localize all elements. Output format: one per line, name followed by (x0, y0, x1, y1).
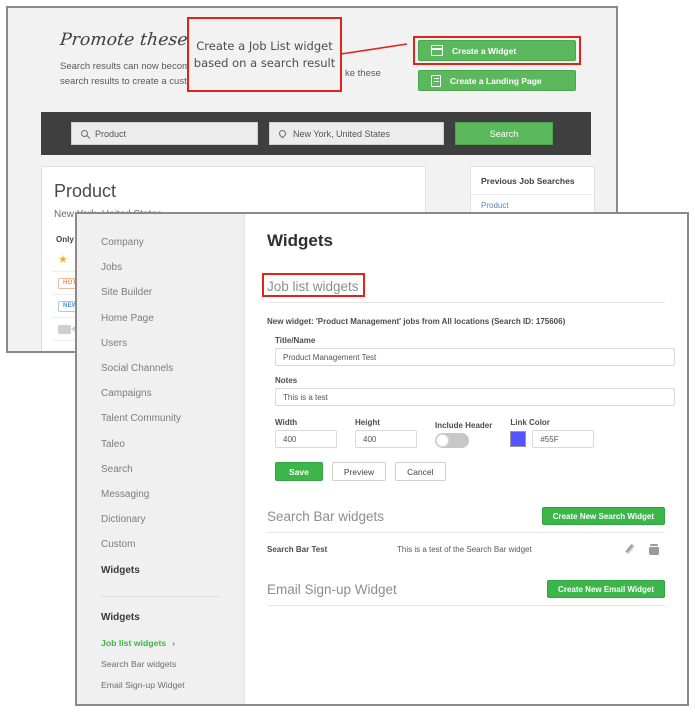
sidebar-item-taleo[interactable]: Taleo (77, 432, 244, 457)
email-signup-section-bar: Email Sign-up Widget Create New Email Wi… (267, 580, 665, 605)
promote-subtext-tail: ke these (345, 68, 381, 79)
keyword-value: Product (95, 128, 127, 139)
sidebar-item-messaging[interactable]: Messaging (77, 482, 244, 507)
admin-sidebar: Company Jobs Site Builder Home Page User… (77, 214, 245, 704)
job-list-section-heading: Job list widgets (267, 279, 359, 294)
title-name-input[interactable]: Product Management Test (275, 348, 675, 366)
sidebar-item-site-builder[interactable]: Site Builder (77, 280, 244, 305)
create-a-landing-page-label: Create a Landing Page (450, 75, 542, 86)
preview-button[interactable]: Preview (331, 462, 387, 481)
promote-subtext-line1: Search results can now become w (60, 61, 205, 72)
section-divider-3 (267, 605, 665, 606)
sidebar-item-dictionary[interactable]: Dictionary (77, 507, 244, 532)
include-header-toggle[interactable] (435, 433, 469, 448)
email-signup-section: Email Sign-up Widget Create New Email Wi… (267, 580, 665, 606)
widget-icon (431, 45, 443, 56)
title-name-label: Title/Name (275, 336, 316, 345)
admin-nav: Company Jobs Site Builder Home Page User… (77, 214, 244, 583)
table-row: Search Bar Test This is a test of the Se… (267, 533, 665, 566)
email-signup-section-heading: Email Sign-up Widget (267, 581, 397, 597)
create-new-search-widget-button[interactable]: Create New Search Widget (541, 507, 665, 525)
height-input[interactable]: 400 (355, 430, 417, 448)
screenshot-root: Promote these jobs! Search results can n… (0, 0, 695, 714)
search-widget-name: Search Bar Test (267, 545, 328, 554)
height-label: Height (355, 418, 380, 427)
sidebar-subitem-job-list-widgets[interactable]: Job list widgets › (77, 633, 244, 654)
form-button-row: Save Preview Cancel (275, 462, 665, 481)
job-list-section-header-wrap: Job list widgets (262, 273, 665, 303)
link-color-row: #55F (510, 430, 595, 448)
previous-search-title[interactable]: Product (471, 195, 594, 210)
document-icon (431, 74, 441, 87)
link-color-label: Link Color (510, 418, 550, 427)
search-widget-description: This is a test of the Search Bar widget (397, 545, 532, 554)
search-bar-section-bar: Search Bar widgets Create New Search Wid… (267, 507, 665, 532)
pencil-icon[interactable] (625, 544, 636, 555)
width-label: Width (275, 418, 298, 427)
width-group: Width 400 (275, 418, 337, 448)
promote-subtext-line2: search results to create a custom (60, 76, 200, 87)
link-color-input[interactable]: #55F (532, 430, 595, 448)
new-widget-description: New widget: 'Product Management' jobs fr… (267, 317, 566, 326)
link-color-group: Link Color #55F (510, 418, 595, 448)
sidebar-item-custom[interactable]: Custom (77, 532, 244, 557)
include-header-group: Include Header (435, 421, 492, 448)
location-search-input[interactable]: New York, United States (269, 122, 444, 145)
save-button[interactable]: Save (275, 462, 323, 481)
create-a-landing-page-button[interactable]: Create a Landing Page (418, 70, 576, 91)
map-pin-icon (277, 128, 288, 139)
chevron-right-icon: › (172, 638, 176, 649)
notes-label: Notes (275, 376, 298, 385)
results-title: Product (54, 181, 117, 201)
location-value: New York, United States (293, 128, 391, 139)
callout-leader-line (341, 43, 407, 55)
sidebar-item-jobs[interactable]: Jobs (77, 255, 244, 280)
star-icon: ★ (58, 253, 68, 266)
widgets-admin-window: Company Jobs Site Builder Home Page User… (75, 212, 689, 706)
color-swatch[interactable] (510, 431, 527, 447)
sidebar-item-users[interactable]: Users (77, 331, 244, 356)
include-header-label: Include Header (435, 421, 493, 430)
previous-job-searches-header: Previous Job Searches (471, 167, 594, 195)
sidebar-subitem-search-bar-widgets[interactable]: Search Bar widgets (77, 654, 244, 675)
section-divider (267, 302, 665, 303)
search-icon (81, 130, 88, 137)
search-bar-section: Search Bar widgets Create New Search Wid… (267, 507, 665, 566)
job-search-bar: Product New York, United States Search (41, 112, 591, 155)
row-actions (625, 544, 665, 555)
keyword-search-input[interactable]: Product (71, 122, 258, 145)
create-a-widget-button[interactable]: Create a Widget (418, 40, 576, 61)
sidebar-item-home-page[interactable]: Home Page (77, 306, 244, 331)
width-input[interactable]: 400 (275, 430, 337, 448)
video-icon (58, 324, 75, 334)
callout-box: Create a Job List widget based on a sear… (187, 17, 342, 92)
height-group: Height 400 (355, 418, 417, 448)
notes-input[interactable]: This is a test (275, 388, 675, 406)
cancel-button[interactable]: Cancel (395, 462, 446, 481)
create-a-widget-label: Create a Widget (452, 45, 517, 56)
sidebar-item-talent-community[interactable]: Talent Community (77, 406, 244, 431)
admin-main: Widgets Job list widgets New widget: 'Pr… (245, 214, 687, 704)
page-title: Widgets (267, 231, 333, 250)
search-button[interactable]: Search (455, 122, 553, 145)
create-new-email-widget-button[interactable]: Create New Email Widget (547, 580, 665, 598)
sidebar-subnav-header: Widgets (101, 611, 140, 623)
sidebar-subitem-job-list-widgets-label: Job list widgets (101, 638, 167, 649)
sidebar-subitem-email-signup-widget[interactable]: Email Sign-up Widget (77, 675, 244, 696)
sidebar-item-search[interactable]: Search (77, 457, 244, 482)
search-bar-section-heading: Search Bar widgets (267, 508, 385, 524)
sidebar-item-widgets[interactable]: Widgets (77, 557, 244, 582)
sidebar-item-company[interactable]: Company (77, 230, 244, 255)
widget-options-row: Width 400 Height 400 Include Header Link… (275, 418, 665, 448)
trash-icon[interactable] (649, 544, 659, 555)
sidebar-item-campaigns[interactable]: Campaigns (77, 381, 244, 406)
toggle-knob (436, 434, 449, 447)
sidebar-item-social-channels[interactable]: Social Channels (77, 356, 244, 381)
sidebar-divider (101, 595, 220, 597)
callout-text: Create a Job List widget based on a sear… (193, 38, 336, 70)
